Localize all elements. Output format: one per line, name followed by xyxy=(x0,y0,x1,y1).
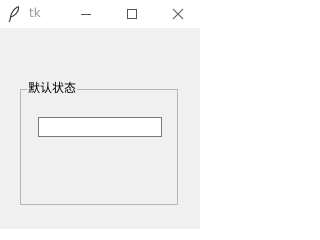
label-frame-title: 默认状态 xyxy=(27,81,78,95)
window-client-area: 默认状态 xyxy=(0,28,200,229)
maximize-button[interactable] xyxy=(112,0,152,28)
label-frame xyxy=(20,89,178,205)
minimize-icon xyxy=(80,5,92,24)
close-button[interactable] xyxy=(158,0,198,28)
window-title: tk xyxy=(29,6,41,20)
text-entry[interactable] xyxy=(38,117,162,137)
app-window: tk 默认状态 xyxy=(0,0,200,229)
title-bar[interactable]: tk xyxy=(0,0,200,28)
close-icon xyxy=(172,5,184,24)
minimize-button[interactable] xyxy=(66,0,106,28)
feather-icon xyxy=(6,5,22,23)
maximize-icon xyxy=(126,5,138,24)
